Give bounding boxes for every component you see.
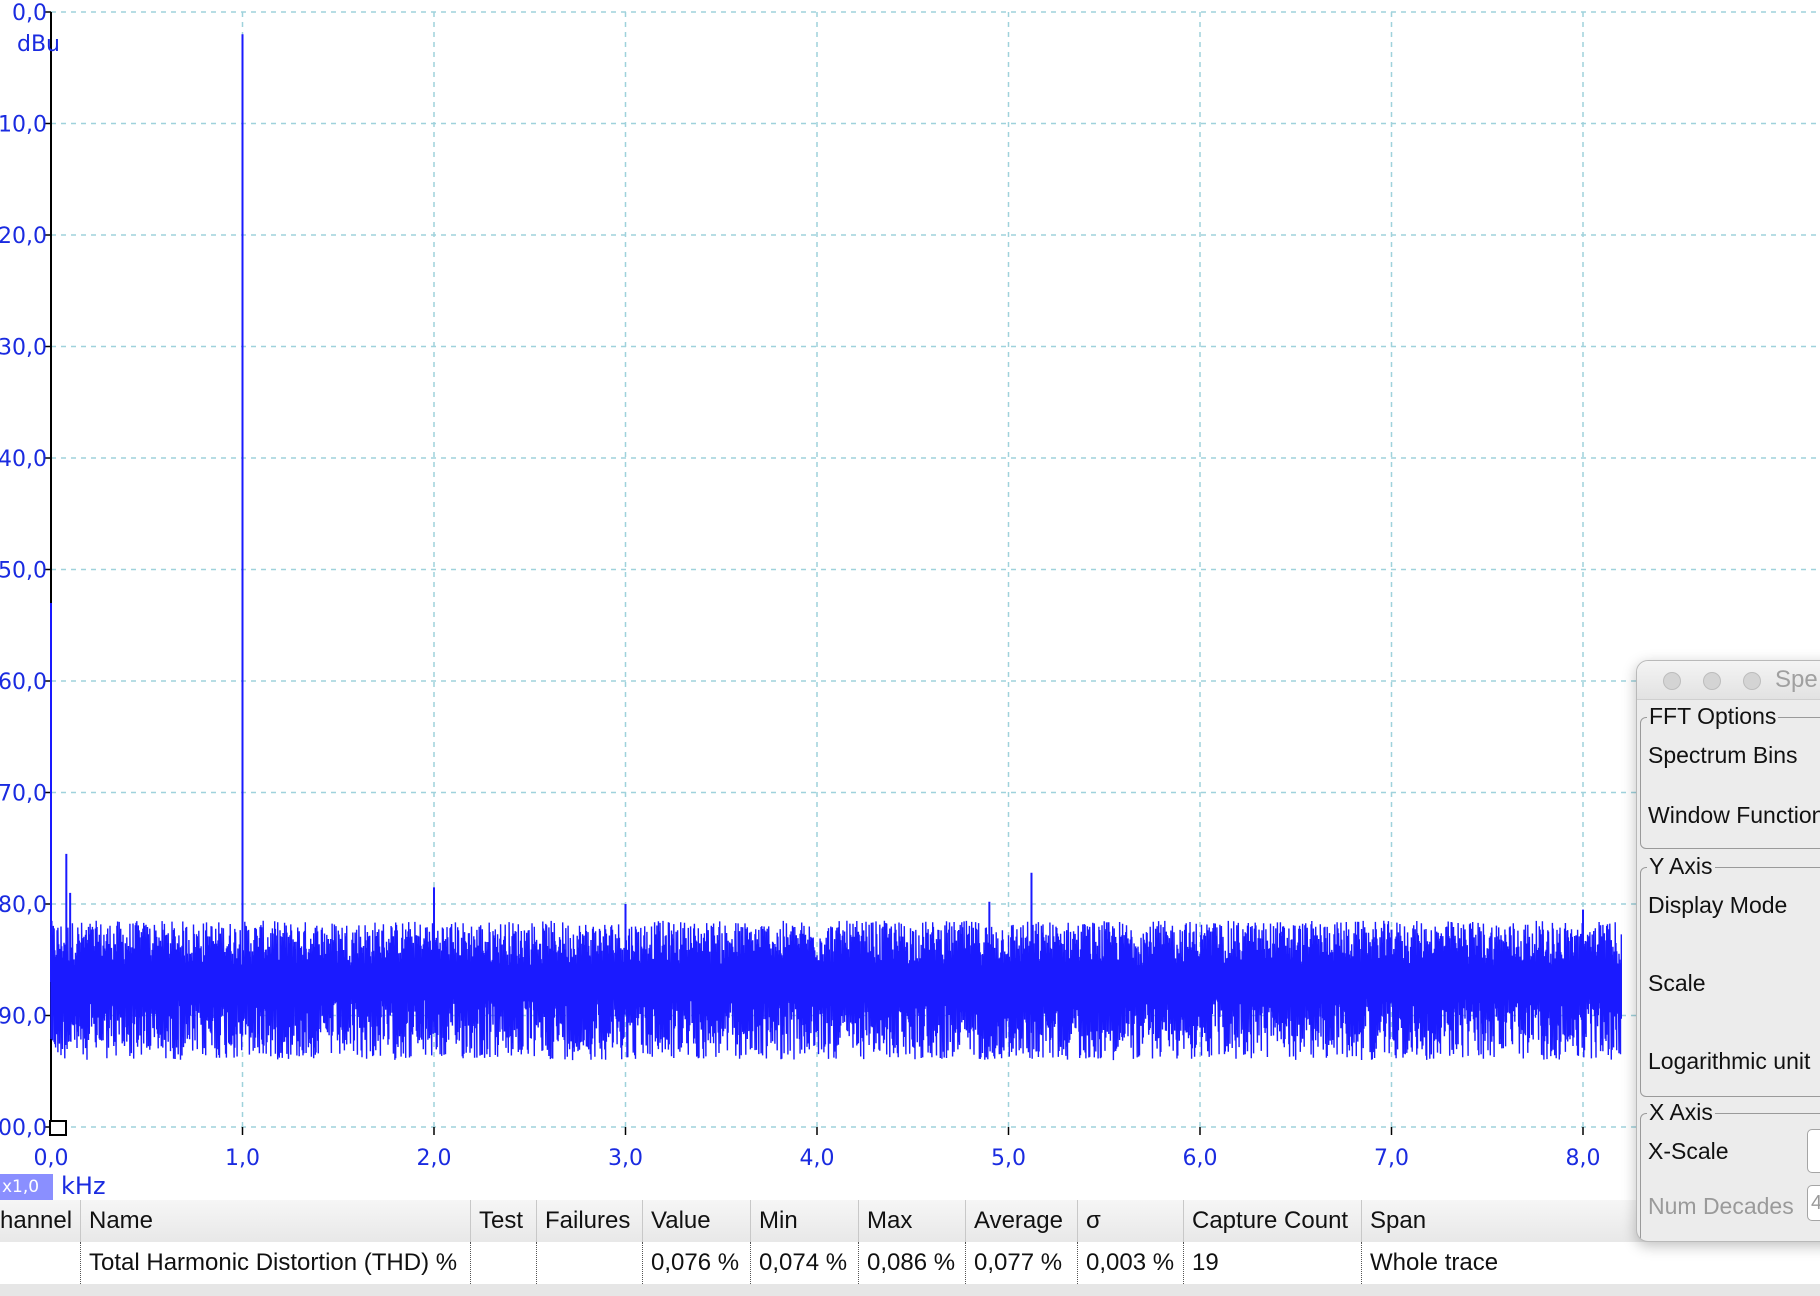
- fft-options-title: FFT Options: [1647, 703, 1779, 729]
- y-tick-label: -80,0: [0, 893, 47, 918]
- zoom-window-icon[interactable]: [1743, 672, 1761, 690]
- cell-channel: [0, 1242, 80, 1284]
- col-sigma[interactable]: σ: [1077, 1200, 1183, 1242]
- col-test[interactable]: Test: [470, 1200, 536, 1242]
- x-tick-label: 6,0: [1183, 1146, 1218, 1171]
- x-tick-label: 4,0: [800, 1146, 835, 1171]
- col-max[interactable]: Max: [858, 1200, 965, 1242]
- x-axis-title: X Axis: [1647, 1099, 1715, 1125]
- y-tick-label: -30,0: [0, 336, 47, 361]
- col-failures[interactable]: Failures: [536, 1200, 642, 1242]
- col-span[interactable]: Span: [1361, 1200, 1661, 1242]
- col-name[interactable]: Name: [80, 1200, 470, 1242]
- x-axis-unit: kHz: [61, 1172, 106, 1200]
- x-scale-select[interactable]: [1807, 1129, 1820, 1173]
- fft-options-group: [1640, 717, 1820, 849]
- y-axis-title: Y Axis: [1647, 853, 1715, 879]
- scale-label: Scale: [1648, 970, 1706, 996]
- num-decades-label: Num Decades: [1648, 1193, 1794, 1219]
- measurements-table: hannel Name Test Failures Value Min Max …: [0, 1200, 1820, 1296]
- cell-value: 0,076 %: [642, 1242, 750, 1284]
- y-tick-labels: 0,0 -10,0 -20,0 -30,0 -40,0 -50,0 -60,0 -70,0 -8…: [0, 1, 47, 1141]
- num-decades-spinbox[interactable]: 4: [1807, 1185, 1820, 1221]
- cell-failures: [536, 1242, 642, 1284]
- x-scale-badge[interactable]: x1,0: [0, 1174, 53, 1200]
- panel-title: Spe: [1775, 666, 1818, 693]
- y-tick-label: 0,0: [12, 1, 47, 26]
- table-row[interactable]: Total Harmonic Distortion (THD) % 0,076 …: [0, 1242, 1820, 1285]
- col-min[interactable]: Min: [750, 1200, 858, 1242]
- y-tick-label: -40,0: [0, 447, 47, 472]
- y-tick-label: -70,0: [0, 782, 47, 807]
- close-window-icon[interactable]: [1663, 672, 1681, 690]
- panel-titlebar[interactable]: Spe: [1637, 661, 1820, 700]
- spectrum-trace: [50, 34, 1622, 1061]
- col-capture-count[interactable]: Capture Count: [1183, 1200, 1361, 1242]
- cell-test: [470, 1242, 536, 1284]
- y-tick-label: -60,0: [0, 670, 47, 695]
- spectrum-plot[interactable]: 0,0 -10,0 -20,0 -30,0 -40,0 -50,0 -60,0 -70,0 -8…: [0, 0, 1820, 1296]
- log-unit-label: Logarithmic unit: [1648, 1048, 1811, 1074]
- y-tick-label: -20,0: [0, 224, 47, 249]
- cell-min: 0,074 %: [750, 1242, 858, 1284]
- col-channel[interactable]: hannel: [0, 1200, 80, 1242]
- x-tick-label: 1,0: [225, 1146, 260, 1171]
- y-axis-unit: dBu: [17, 32, 61, 57]
- x-tick-label: 8,0: [1566, 1146, 1601, 1171]
- x-tick-label: 7,0: [1374, 1146, 1409, 1171]
- x-tick-label: 3,0: [608, 1146, 643, 1171]
- cell-name: Total Harmonic Distortion (THD) %: [80, 1242, 470, 1284]
- col-value[interactable]: Value: [642, 1200, 750, 1242]
- horizontal-scrollbar[interactable]: [0, 1284, 1820, 1296]
- x-tick-labels: 0,0 1,0 2,0 3,0 4,0 5,0 6,0 7,0 8,0: [34, 1146, 1601, 1171]
- x-axis-group: [1640, 1113, 1820, 1241]
- y-tick-label: -50,0: [0, 559, 47, 584]
- x-tick-label: 0,0: [34, 1146, 69, 1171]
- y-tick-label: -100,0: [0, 1116, 47, 1141]
- x-tick-label: 5,0: [991, 1146, 1026, 1171]
- window-function-label: Window Function: [1648, 802, 1820, 828]
- spectrum-settings-panel: Spe FFT Options Spectrum Bins Window Fun…: [1636, 660, 1820, 1242]
- table-header: hannel Name Test Failures Value Min Max …: [0, 1200, 1820, 1243]
- y-tick-label: -10,0: [0, 113, 47, 138]
- noise-floor-trace: [50, 920, 1622, 1061]
- spectrum-bins-label: Spectrum Bins: [1648, 742, 1798, 768]
- cursor-handle[interactable]: [49, 1120, 67, 1136]
- x-tick-label: 2,0: [417, 1146, 452, 1171]
- cell-max: 0,086 %: [858, 1242, 965, 1284]
- col-average[interactable]: Average: [965, 1200, 1077, 1242]
- cell-span: Whole trace: [1361, 1242, 1661, 1284]
- display-mode-label: Display Mode: [1648, 892, 1788, 918]
- x-scale-label: X-Scale: [1648, 1138, 1729, 1164]
- cell-sigma: 0,003 %: [1077, 1242, 1183, 1284]
- y-tick-label: -90,0: [0, 1005, 47, 1030]
- cell-average: 0,077 %: [965, 1242, 1077, 1284]
- cell-capture-count: 19: [1183, 1242, 1361, 1284]
- minimize-window-icon[interactable]: [1703, 672, 1721, 690]
